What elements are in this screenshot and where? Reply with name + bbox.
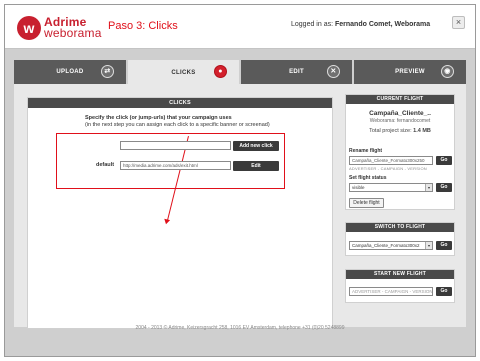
tab-clicks[interactable]: CLICKS ● bbox=[128, 60, 239, 86]
flight-status-select[interactable]: visible ▾ bbox=[349, 183, 433, 192]
footer-copyright: 2004 - 2013 © Adrime, Keizersgracht 258,… bbox=[135, 325, 345, 331]
project-size-value: 1.4 MB bbox=[413, 128, 431, 134]
eye-icon: ◉ bbox=[441, 65, 454, 78]
tab-label: EDIT bbox=[289, 69, 304, 75]
switch-flight-title: SWITCH TO FLIGHT bbox=[346, 223, 454, 232]
start-go-button[interactable]: Go bbox=[436, 287, 452, 296]
login-status: Logged in as: Fernando Comet, Weborama bbox=[291, 21, 430, 28]
app-window: w Adrime weborama Paso 3: Clicks Logged … bbox=[4, 4, 476, 357]
clicks-intro: Specify the click (or jump-urls) that yo… bbox=[85, 115, 270, 129]
switch-flight-box: SWITCH TO FLIGHT Campaña_Cliente_Formato… bbox=[345, 222, 455, 256]
chevron-down-icon: ▾ bbox=[425, 184, 432, 191]
project-size-label: Total project size: bbox=[369, 128, 412, 134]
tab-label: CLICKS bbox=[171, 70, 196, 76]
tab-upload[interactable]: UPLOAD ⇄ bbox=[14, 60, 126, 84]
project-size: Total project size: 1.4 MB bbox=[346, 128, 454, 134]
rename-hint: ADVERTISER - CAMPAIGN - VERSION bbox=[349, 166, 427, 171]
chevron-down-icon: ▾ bbox=[425, 242, 432, 249]
clicks-intro-line1: Specify the click (or jump-urls) that yo… bbox=[85, 115, 232, 121]
tools-icon: ✕ bbox=[327, 65, 340, 78]
default-click-label: default bbox=[96, 162, 115, 168]
adrime-logo[interactable]: w Adrime weborama bbox=[17, 15, 102, 41]
clicks-panel: CLICKS Specify the click (or jump-urls) … bbox=[27, 97, 333, 329]
start-new-flight-box: START NEW FLIGHT ADVERTISER - CAMPAIGN -… bbox=[345, 269, 455, 303]
rename-go-button[interactable]: Go bbox=[436, 156, 452, 165]
clicks-intro-line2: (in the next step you can assign each cl… bbox=[85, 122, 270, 128]
current-flight-title: CURRENT FLIGHT bbox=[346, 95, 454, 104]
clicks-panel-title: CLICKS bbox=[28, 98, 332, 108]
new-flight-input[interactable]: ADVERTISER - CAMPAIGN - VERSION bbox=[349, 287, 433, 296]
login-prefix: Logged in as: bbox=[291, 21, 334, 28]
header-bar: w Adrime weborama Paso 3: Clicks Logged … bbox=[5, 5, 475, 49]
main-content: CLICKS Specify the click (or jump-urls) … bbox=[14, 84, 466, 329]
step-annotation: Paso 3: Clicks bbox=[108, 20, 178, 32]
login-user: Fernando Comet, Weborama bbox=[335, 21, 431, 28]
delete-flight-button[interactable]: Delete flight bbox=[349, 198, 384, 208]
logo-w-icon: w bbox=[17, 16, 41, 40]
switch-flight-value: Campaña_Cliente_Formato300x2 bbox=[352, 243, 420, 248]
step-tabs: UPLOAD ⇄ CLICKS ● EDIT ✕ PREVIEW ◉ bbox=[14, 60, 466, 86]
status-go-button[interactable]: Go bbox=[436, 183, 452, 192]
tab-label: PREVIEW bbox=[395, 69, 425, 75]
logo-line2: weborama bbox=[44, 26, 102, 40]
rename-flight-label: Rename flight bbox=[349, 148, 383, 154]
current-flight-box: CURRENT FLIGHT Campaña_Cliente_.. Webora… bbox=[345, 94, 455, 210]
flight-status-label: Set flight status bbox=[349, 175, 387, 181]
campaign-owner: Weborama: fernandocomet bbox=[369, 118, 431, 124]
switch-flight-select[interactable]: Campaña_Cliente_Formato300x2 ▾ bbox=[349, 241, 433, 250]
default-click-url-input[interactable]: http://media.adrime.com/ads/exit.html bbox=[120, 161, 231, 170]
flight-status-value: visible bbox=[352, 185, 365, 190]
new-click-input[interactable] bbox=[120, 141, 231, 150]
add-new-click-button[interactable]: Add new click bbox=[233, 141, 279, 151]
tab-label: UPLOAD bbox=[56, 69, 84, 75]
campaign-name: Campaña_Cliente_.. bbox=[369, 110, 431, 117]
rename-flight-input[interactable]: Campaña_Cliente_Formato300x250 bbox=[349, 156, 433, 165]
start-new-flight-title: START NEW FLIGHT bbox=[346, 270, 454, 279]
switch-go-button[interactable]: Go bbox=[436, 241, 452, 250]
upload-icon: ⇄ bbox=[101, 65, 114, 78]
edit-click-button[interactable]: Edit bbox=[233, 161, 279, 171]
target-icon: ● bbox=[214, 65, 227, 78]
close-icon[interactable]: × bbox=[452, 16, 465, 29]
tab-edit[interactable]: EDIT ✕ bbox=[241, 60, 352, 84]
tab-preview[interactable]: PREVIEW ◉ bbox=[354, 60, 466, 84]
